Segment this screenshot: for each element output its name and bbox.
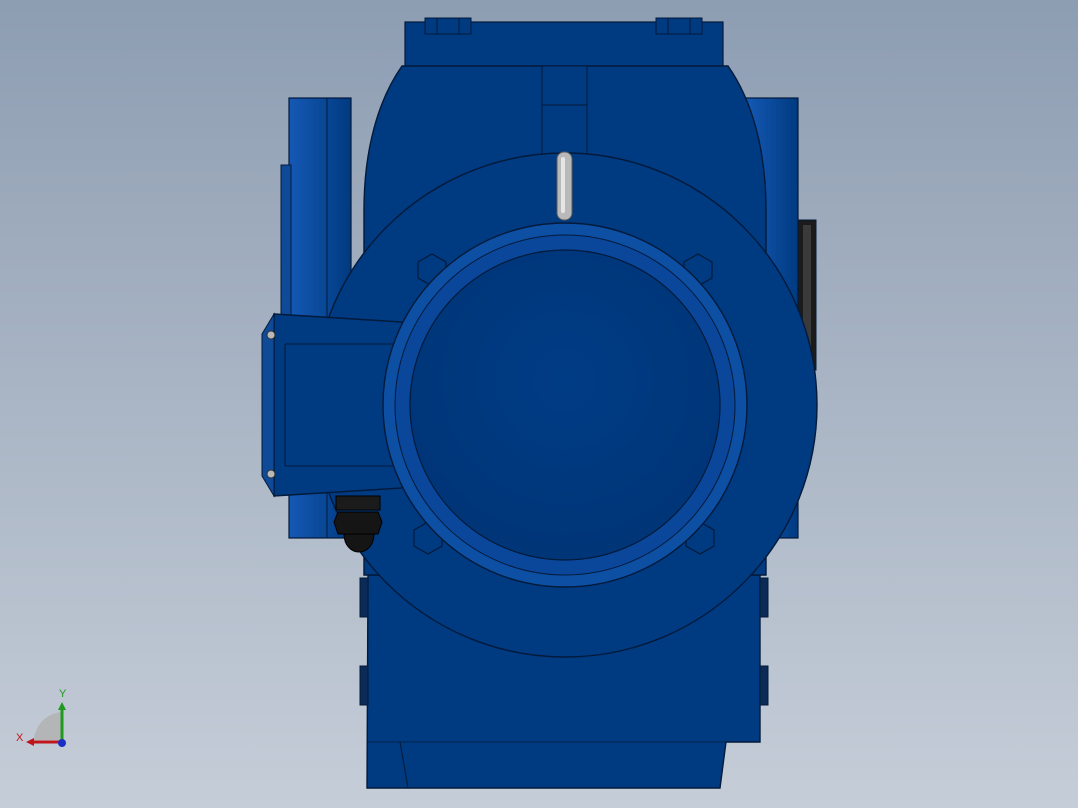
breather-highlight	[561, 157, 565, 213]
base-foot-left	[359, 665, 369, 706]
top-cover-bolt	[655, 17, 703, 35]
motor-end-cover	[409, 249, 721, 561]
base-foot-right	[759, 665, 769, 706]
axis-triad: X Y	[10, 684, 80, 754]
base-foot-left	[359, 577, 369, 618]
triad-x-label: X	[16, 732, 24, 744]
triad-rotation-arc	[34, 712, 62, 740]
base-foot-right	[759, 577, 769, 618]
terminal-screw	[266, 330, 276, 340]
triad-y-arrow	[58, 702, 66, 710]
graphics-viewport[interactable]: X Y	[0, 0, 1078, 808]
triad-y-label: Y	[59, 688, 67, 700]
terminal-screw	[266, 469, 276, 479]
triad-z-axis	[58, 739, 66, 747]
triad-x-arrow	[26, 738, 34, 746]
top-cover-bolt	[424, 17, 472, 35]
gearmotor-model[interactable]	[0, 0, 1078, 808]
housing-rib	[541, 65, 588, 157]
terminal-box-side	[261, 312, 275, 498]
